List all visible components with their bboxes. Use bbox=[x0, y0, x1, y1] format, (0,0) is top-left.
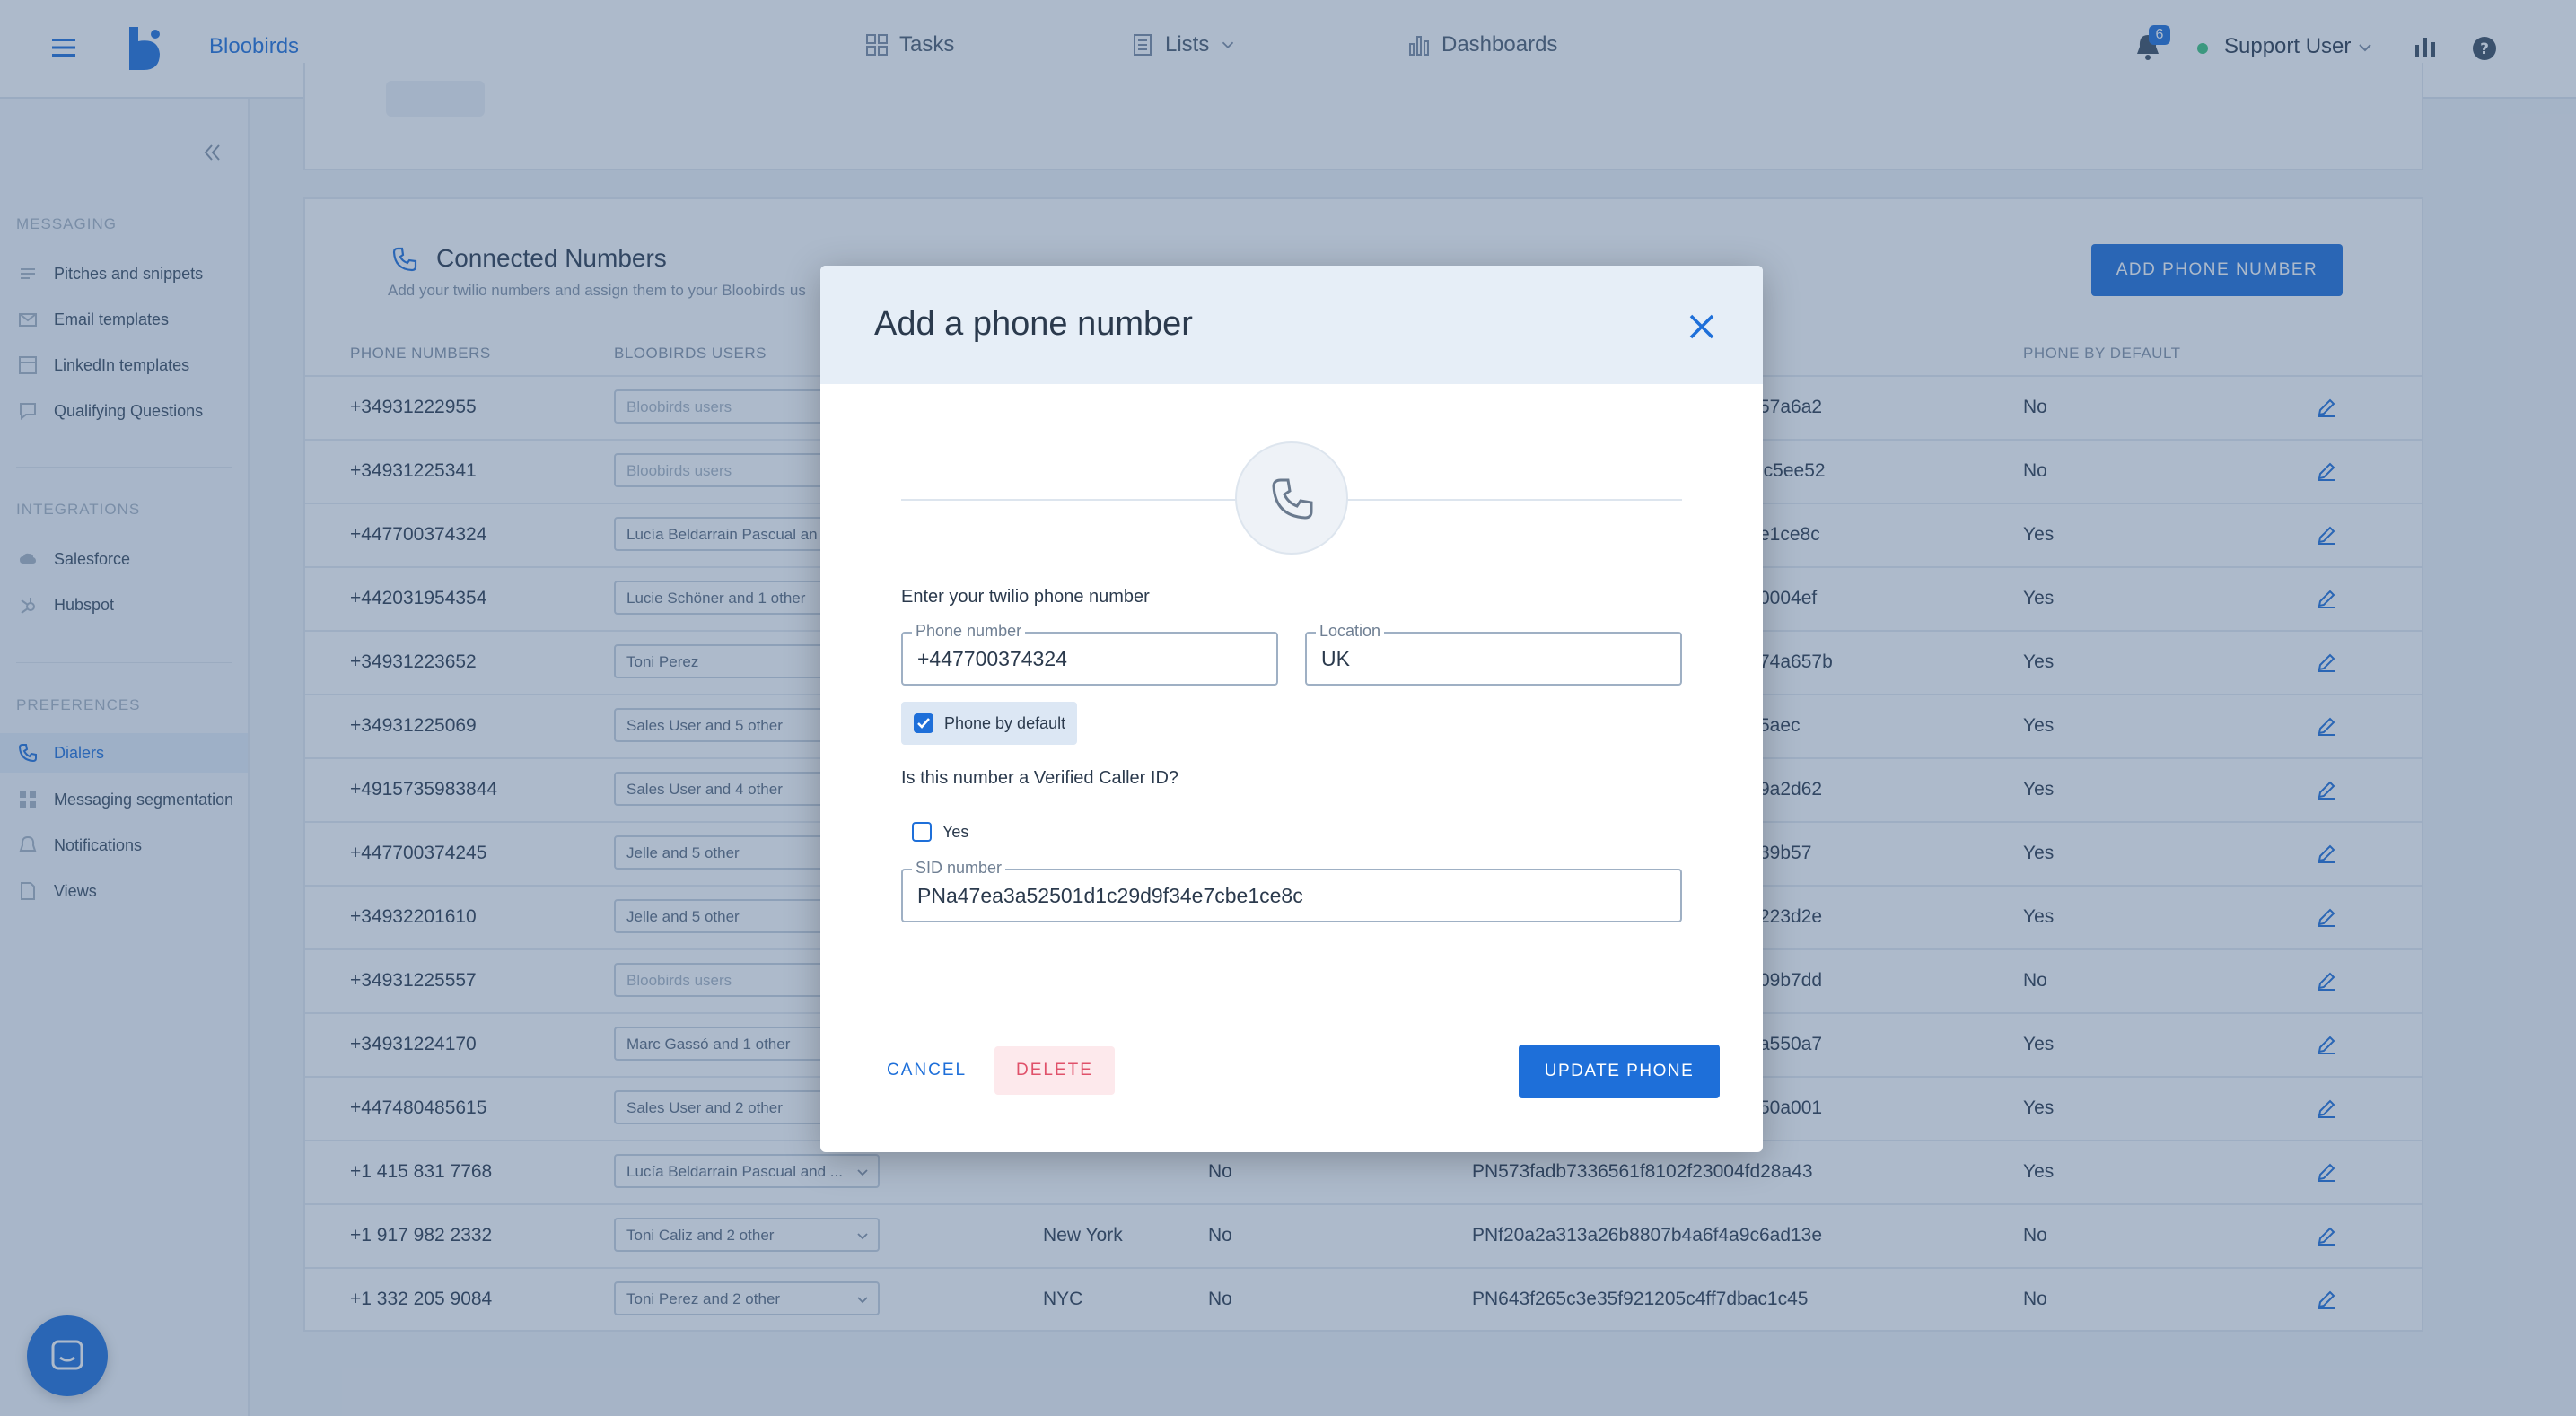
sid-number-field[interactable]: SID number bbox=[901, 859, 1682, 922]
delete-button[interactable]: DELETE bbox=[994, 1046, 1115, 1095]
twilio-prompt-label: Enter your twilio phone number bbox=[901, 587, 1150, 607]
phone-number-input[interactable] bbox=[917, 644, 1254, 673]
verified-yes-checkbox[interactable] bbox=[912, 822, 932, 842]
close-icon[interactable] bbox=[1686, 310, 1718, 343]
verified-caller-question: Is this number a Verified Caller ID? bbox=[901, 768, 1179, 788]
add-phone-number-modal: Add a phone number Enter your twilio pho… bbox=[820, 266, 1763, 1152]
location-input[interactable] bbox=[1321, 644, 1658, 673]
cancel-button[interactable]: CANCEL bbox=[887, 1061, 967, 1080]
sid-number-input[interactable] bbox=[917, 881, 1617, 910]
location-label: Location bbox=[1316, 622, 1385, 641]
phone-by-default-label: Phone by default bbox=[944, 714, 1066, 732]
modal-title: Add a phone number bbox=[874, 305, 1193, 343]
modal-header: Add a phone number bbox=[820, 266, 1763, 384]
phone-illustration bbox=[1235, 441, 1348, 555]
phone-number-label: Phone number bbox=[912, 622, 1026, 641]
phone-number-field[interactable]: Phone number bbox=[901, 622, 1278, 686]
phone-by-default-checkbox[interactable]: Phone by default bbox=[901, 702, 1077, 745]
verified-yes-label: Yes bbox=[942, 823, 969, 841]
checkbox-checked[interactable] bbox=[914, 713, 933, 733]
location-field[interactable]: Location bbox=[1305, 622, 1682, 686]
sid-number-label: SID number bbox=[912, 859, 1006, 878]
update-phone-button[interactable]: UPDATE PHONE bbox=[1519, 1045, 1720, 1098]
phone-icon bbox=[1272, 478, 1313, 520]
check-icon bbox=[917, 718, 930, 729]
